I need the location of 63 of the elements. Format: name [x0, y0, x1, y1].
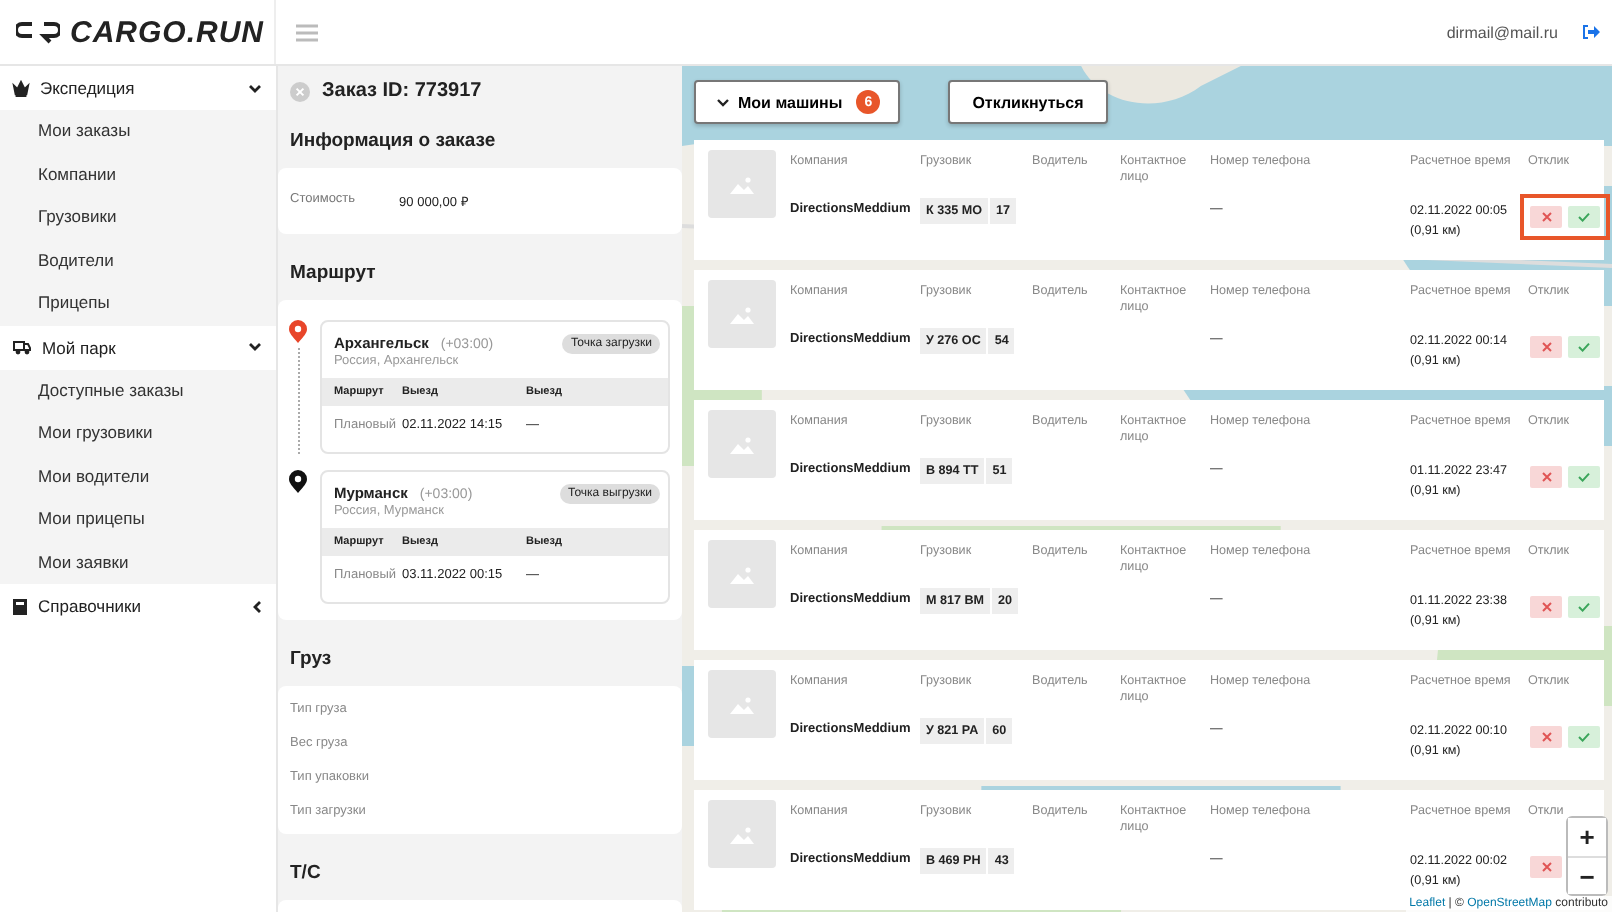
logo-text: CARGO.RUN [70, 15, 264, 49]
sidebar-group-label: Мой парк [42, 337, 118, 357]
sidebar-item[interactable]: Мои прицепы [0, 498, 276, 541]
reject-button[interactable] [1530, 336, 1562, 358]
sidebar-item[interactable]: Мои заказы [0, 110, 276, 153]
image-placeholder-icon [708, 280, 776, 348]
reject-button[interactable] [1530, 466, 1562, 488]
reject-button[interactable] [1530, 596, 1562, 618]
crown-icon [12, 79, 30, 97]
close-icon[interactable] [290, 81, 310, 101]
check-icon [1578, 732, 1590, 742]
sidebar-item[interactable]: Прицепы [0, 282, 276, 325]
accept-button[interactable] [1568, 726, 1600, 748]
map-pin-icon [288, 320, 308, 344]
sidebar-item[interactable]: Компании [0, 153, 276, 196]
accept-button[interactable] [1568, 336, 1600, 358]
zoom-out-button[interactable]: − [1568, 856, 1606, 894]
user-email: dirmail@mail.ru [1446, 23, 1558, 41]
accept-button[interactable] [1568, 596, 1600, 618]
image-placeholder-icon [708, 540, 776, 608]
image-placeholder-icon [708, 410, 776, 478]
section-title: Маршрут [288, 260, 378, 288]
menu-icon[interactable] [296, 23, 318, 41]
section-title: Т/С [288, 860, 323, 888]
check-icon [1578, 342, 1590, 352]
accept-button[interactable] [1568, 466, 1600, 488]
logout-icon[interactable] [1582, 24, 1600, 40]
book-icon [12, 597, 28, 615]
close-icon [1541, 862, 1551, 872]
accept-button[interactable] [1568, 206, 1600, 228]
truck-icon [12, 338, 32, 356]
image-placeholder-icon [708, 670, 776, 738]
image-placeholder-icon [708, 800, 776, 868]
close-icon [1541, 732, 1551, 742]
chevron-left-icon[interactable] [252, 599, 262, 613]
sidebar-item[interactable]: Мои грузовики [0, 412, 276, 455]
check-icon [1578, 472, 1590, 482]
close-icon [1541, 472, 1551, 482]
close-icon [1541, 342, 1551, 352]
image-placeholder-icon [708, 150, 776, 218]
sidebar-group-label: Справочники [38, 596, 143, 616]
reject-button[interactable] [1530, 726, 1562, 748]
sidebar-item[interactable]: Грузовики [0, 196, 276, 239]
chevron-down-icon[interactable] [248, 342, 262, 352]
chevron-down-icon[interactable] [248, 83, 262, 93]
sidebar-item[interactable]: Мои водители [0, 455, 276, 498]
logo-icon [16, 20, 60, 44]
reject-button[interactable] [1530, 856, 1562, 878]
chevron-down-icon [716, 97, 730, 107]
section-title: Груз [288, 646, 334, 674]
check-icon [1578, 212, 1590, 222]
sidebar-group-label: Экспедиция [40, 78, 137, 98]
close-icon [1541, 212, 1551, 222]
order-title: Заказ ID: 773917 [322, 80, 482, 102]
sidebar-item[interactable]: Доступные заказы [0, 369, 276, 412]
respond-button[interactable]: Откликнуться [948, 80, 1108, 124]
sidebar-item[interactable]: Мои заявки [0, 541, 276, 584]
close-icon [1541, 602, 1551, 612]
reject-button[interactable] [1530, 206, 1562, 228]
check-icon [1578, 602, 1590, 612]
sidebar-item[interactable]: Водители [0, 239, 276, 282]
map-pin-icon [288, 470, 308, 494]
section-title: Информация о заказе [288, 128, 498, 156]
